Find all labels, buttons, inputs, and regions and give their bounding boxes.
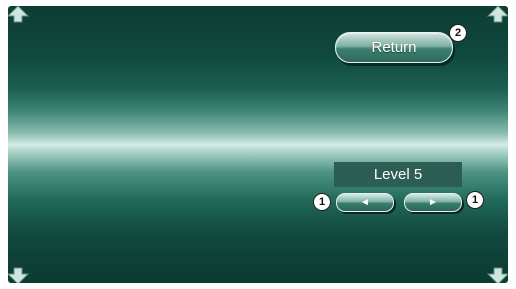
right-arrow-icon: ► (428, 197, 438, 208)
scroll-up-icon[interactable] (8, 6, 31, 30)
increase-level-button[interactable]: ► (404, 193, 462, 212)
display-screen: Return 2 Level 5 1 ◄ ► 1 (8, 6, 508, 283)
callout-badge-increase: 1 (466, 191, 484, 209)
decrease-level-button[interactable]: ◄ (336, 193, 394, 212)
callout-badge-decrease: 1 (313, 193, 331, 211)
scroll-up-icon[interactable] (485, 6, 508, 30)
left-arrow-icon: ◄ (360, 197, 370, 208)
level-display: Level 5 (334, 162, 462, 187)
scroll-down-icon[interactable] (8, 260, 31, 283)
return-button-label: Return (371, 39, 417, 56)
return-button[interactable]: Return (335, 32, 453, 63)
callout-badge-return: 2 (449, 24, 467, 42)
scroll-down-icon[interactable] (485, 260, 508, 283)
